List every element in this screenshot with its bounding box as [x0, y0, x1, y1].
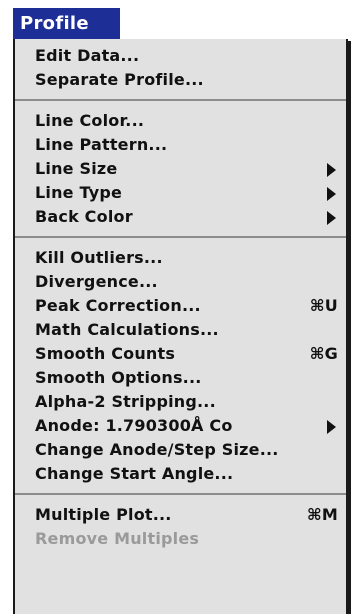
- menu-item-math-calculations[interactable]: Math Calculations...: [15, 318, 346, 342]
- profile-menu-dropdown: Edit Data... Separate Profile... Line Co…: [13, 39, 348, 614]
- menu-item-label: Change Start Angle...: [35, 464, 234, 483]
- menu-item-label: Edit Data...: [35, 46, 140, 65]
- menu-separator: [15, 493, 346, 495]
- menu-group-processing: Kill Outliers... Divergence... Peak Corr…: [15, 246, 346, 486]
- submenu-arrow-icon: [327, 211, 336, 225]
- menu-item-peak-correction[interactable]: Peak Correction... ⌘U: [15, 294, 346, 318]
- shortcut-cmd-u: ⌘U: [309, 296, 338, 315]
- menu-item-label: Anode: 1.790300Å Co: [35, 416, 233, 435]
- menu-item-line-pattern[interactable]: Line Pattern...: [15, 133, 346, 157]
- menu-item-line-type[interactable]: Line Type: [15, 181, 346, 205]
- menu-item-multiple-plot[interactable]: Multiple Plot... ⌘M: [15, 503, 346, 527]
- menu-item-label: Alpha-2 Stripping...: [35, 392, 216, 411]
- menu-item-label: Math Calculations...: [35, 320, 219, 339]
- shortcut-cmd-g: ⌘G: [309, 344, 338, 363]
- menu-item-label: Divergence...: [35, 272, 158, 291]
- menu-item-change-anode-step[interactable]: Change Anode/Step Size...: [15, 438, 346, 462]
- menu-item-label: Line Pattern...: [35, 135, 168, 154]
- menu-item-anode[interactable]: Anode: 1.790300Å Co: [15, 414, 346, 438]
- menu-group-data: Edit Data... Separate Profile...: [15, 44, 346, 92]
- menu-item-label: Smooth Counts: [35, 344, 176, 363]
- menu-item-label: Change Anode/Step Size...: [35, 440, 279, 459]
- shortcut-cmd-m: ⌘M: [306, 505, 338, 524]
- menu-item-line-color[interactable]: Line Color...: [15, 109, 346, 133]
- menu-item-divergence[interactable]: Divergence...: [15, 270, 346, 294]
- menu-item-label: Peak Correction...: [35, 296, 201, 315]
- menu-item-smooth-options[interactable]: Smooth Options...: [15, 366, 346, 390]
- submenu-arrow-icon: [327, 187, 336, 201]
- menu-item-label: Smooth Options...: [35, 368, 202, 387]
- menu-item-separate-profile[interactable]: Separate Profile...: [15, 68, 346, 92]
- menu-item-label: Line Color...: [35, 111, 145, 130]
- menu-item-label: Line Size: [35, 159, 118, 178]
- menu-group-multiples: Multiple Plot... ⌘M Remove Multiples: [15, 503, 346, 551]
- menu-item-label: Remove Multiples: [35, 529, 200, 548]
- menu-item-label: Back Color: [35, 207, 133, 226]
- menu-item-label: Multiple Plot...: [35, 505, 172, 524]
- submenu-arrow-icon: [327, 420, 336, 434]
- menu-item-label: Line Type: [35, 183, 123, 202]
- menu-item-remove-multiples: Remove Multiples: [15, 527, 346, 551]
- menu-item-kill-outliers[interactable]: Kill Outliers...: [15, 246, 346, 270]
- menu-item-smooth-counts[interactable]: Smooth Counts ⌘G: [15, 342, 346, 366]
- menu-item-alpha2-stripping[interactable]: Alpha-2 Stripping...: [15, 390, 346, 414]
- menu-item-edit-data[interactable]: Edit Data...: [15, 44, 346, 68]
- menu-separator: [15, 236, 346, 238]
- menu-item-label: Kill Outliers...: [35, 248, 163, 267]
- menu-separator: [15, 99, 346, 101]
- menu-title-profile[interactable]: Profile: [13, 8, 120, 39]
- menu-item-back-color[interactable]: Back Color: [15, 205, 346, 229]
- menu-item-label: Separate Profile...: [35, 70, 204, 89]
- menu-item-line-size[interactable]: Line Size: [15, 157, 346, 181]
- submenu-arrow-icon: [327, 163, 336, 177]
- menu-group-appearance: Line Color... Line Pattern... Line Size …: [15, 109, 346, 229]
- menu-item-change-start-angle[interactable]: Change Start Angle...: [15, 462, 346, 486]
